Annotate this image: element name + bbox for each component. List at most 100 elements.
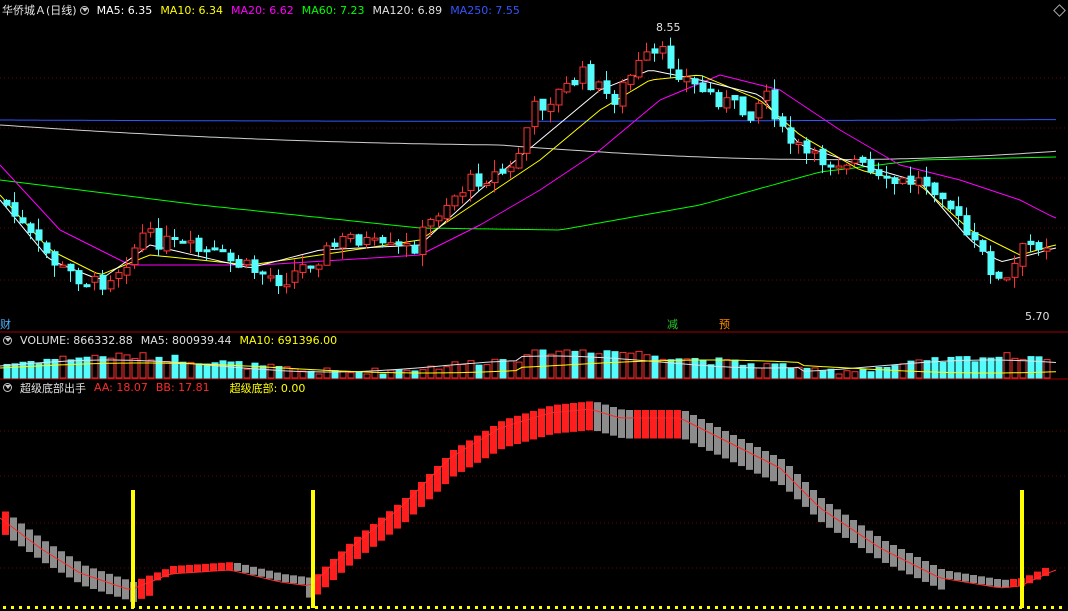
baseline-dot bbox=[219, 606, 222, 609]
candle-body bbox=[755, 102, 763, 119]
baseline-dot bbox=[475, 606, 478, 609]
baseline-dot bbox=[267, 606, 270, 609]
candle-body bbox=[763, 90, 771, 101]
candle-body bbox=[35, 229, 43, 241]
volume-bar bbox=[803, 367, 811, 379]
candle-body bbox=[307, 265, 315, 269]
indicator-bar bbox=[602, 404, 609, 434]
indicator-bar bbox=[746, 443, 753, 470]
candle-body bbox=[163, 235, 171, 252]
baseline-dot bbox=[707, 606, 710, 609]
volume-bar bbox=[203, 363, 211, 379]
baseline-dot bbox=[947, 606, 950, 609]
volume-bar bbox=[243, 368, 251, 379]
volume-bar bbox=[635, 350, 643, 379]
candle-body bbox=[611, 93, 619, 105]
baseline-dot bbox=[739, 606, 742, 609]
indicator-bar bbox=[794, 474, 801, 500]
stock-chart[interactable]: 8.55 5.70 财 减 预 bbox=[0, 0, 1068, 611]
volume-bar bbox=[3, 363, 11, 379]
volume-bar bbox=[563, 349, 571, 379]
volume-bar bbox=[259, 365, 267, 379]
baseline-dot bbox=[203, 606, 206, 609]
candle-body bbox=[803, 140, 811, 154]
baseline-dot bbox=[91, 606, 94, 609]
volume-bar bbox=[1003, 352, 1011, 379]
baseline-dot bbox=[27, 606, 30, 609]
baseline-dot bbox=[851, 606, 854, 609]
baseline-dot bbox=[539, 606, 542, 609]
volume-bar bbox=[363, 373, 371, 379]
indicator-bar bbox=[402, 498, 409, 523]
candle-body bbox=[987, 251, 995, 276]
candle-body bbox=[299, 264, 307, 273]
volume-bar bbox=[683, 358, 691, 379]
candle-body bbox=[747, 111, 755, 121]
indicator-bar bbox=[786, 466, 793, 492]
candle-body bbox=[923, 176, 931, 187]
indicator-bar bbox=[210, 563, 217, 572]
volume-bar bbox=[435, 368, 443, 379]
volume-bar bbox=[699, 359, 707, 379]
candle-body bbox=[379, 237, 387, 244]
candle-body bbox=[619, 81, 627, 107]
indicator-bar bbox=[530, 411, 537, 440]
finance-marker[interactable]: 财 bbox=[0, 317, 11, 331]
volume-bar bbox=[235, 361, 243, 379]
candle-body bbox=[659, 46, 667, 54]
volume-bar bbox=[195, 363, 203, 379]
baseline-dot bbox=[747, 606, 750, 609]
baseline-dot bbox=[395, 606, 398, 609]
candle-body bbox=[739, 96, 747, 116]
candle-body bbox=[451, 195, 459, 207]
indicator-bar bbox=[226, 562, 233, 571]
baseline-dot bbox=[59, 606, 62, 609]
volume-bar bbox=[59, 355, 67, 379]
volume-bar bbox=[819, 370, 827, 379]
candle-body bbox=[395, 241, 403, 246]
volume-bar bbox=[531, 349, 539, 379]
candle-body bbox=[219, 249, 227, 253]
volume-bar bbox=[11, 363, 19, 379]
baseline-dot bbox=[795, 606, 798, 609]
candle-body bbox=[587, 64, 595, 91]
candle-body bbox=[363, 237, 371, 246]
baseline-dot bbox=[1059, 606, 1062, 609]
low-price-label: 5.70 bbox=[1025, 310, 1050, 323]
candle-body bbox=[443, 204, 451, 220]
volume-bar bbox=[347, 372, 355, 379]
reduction-marker[interactable]: 减 bbox=[667, 318, 678, 331]
volume-bar bbox=[1035, 356, 1043, 379]
volume-bar bbox=[891, 365, 899, 379]
baseline-dot bbox=[339, 606, 342, 609]
candle-body bbox=[603, 80, 611, 94]
candle-body bbox=[691, 78, 699, 85]
volume-bar bbox=[691, 357, 699, 379]
volume-bar bbox=[987, 357, 995, 379]
volume-bar bbox=[787, 367, 795, 379]
volume-bar bbox=[1019, 358, 1027, 379]
forecast-marker[interactable]: 预 bbox=[719, 318, 730, 331]
indicator-bars bbox=[0, 401, 1057, 608]
baseline-dot bbox=[595, 606, 598, 609]
chart-annotations: 8.55 5.70 财 减 预 bbox=[0, 21, 1050, 331]
baseline-dot bbox=[819, 606, 822, 609]
volume-bar bbox=[779, 363, 787, 379]
candle-body bbox=[531, 100, 539, 128]
baseline-dot bbox=[1043, 606, 1046, 609]
indicator-bar bbox=[810, 490, 817, 515]
indicator-bar bbox=[698, 419, 705, 448]
candle-body bbox=[547, 103, 555, 113]
volume-bar bbox=[371, 367, 379, 379]
indicator-bar bbox=[706, 423, 713, 451]
baseline-dot bbox=[19, 606, 22, 609]
baseline-dot bbox=[491, 606, 494, 609]
indicator-bar bbox=[562, 403, 569, 433]
baseline-dot bbox=[827, 606, 830, 609]
indicator-bar bbox=[26, 529, 33, 553]
candle-body bbox=[59, 264, 67, 268]
candle-body bbox=[715, 92, 723, 108]
baseline-dot bbox=[179, 606, 182, 609]
volume-bar bbox=[411, 370, 419, 379]
candle-body bbox=[427, 219, 435, 227]
